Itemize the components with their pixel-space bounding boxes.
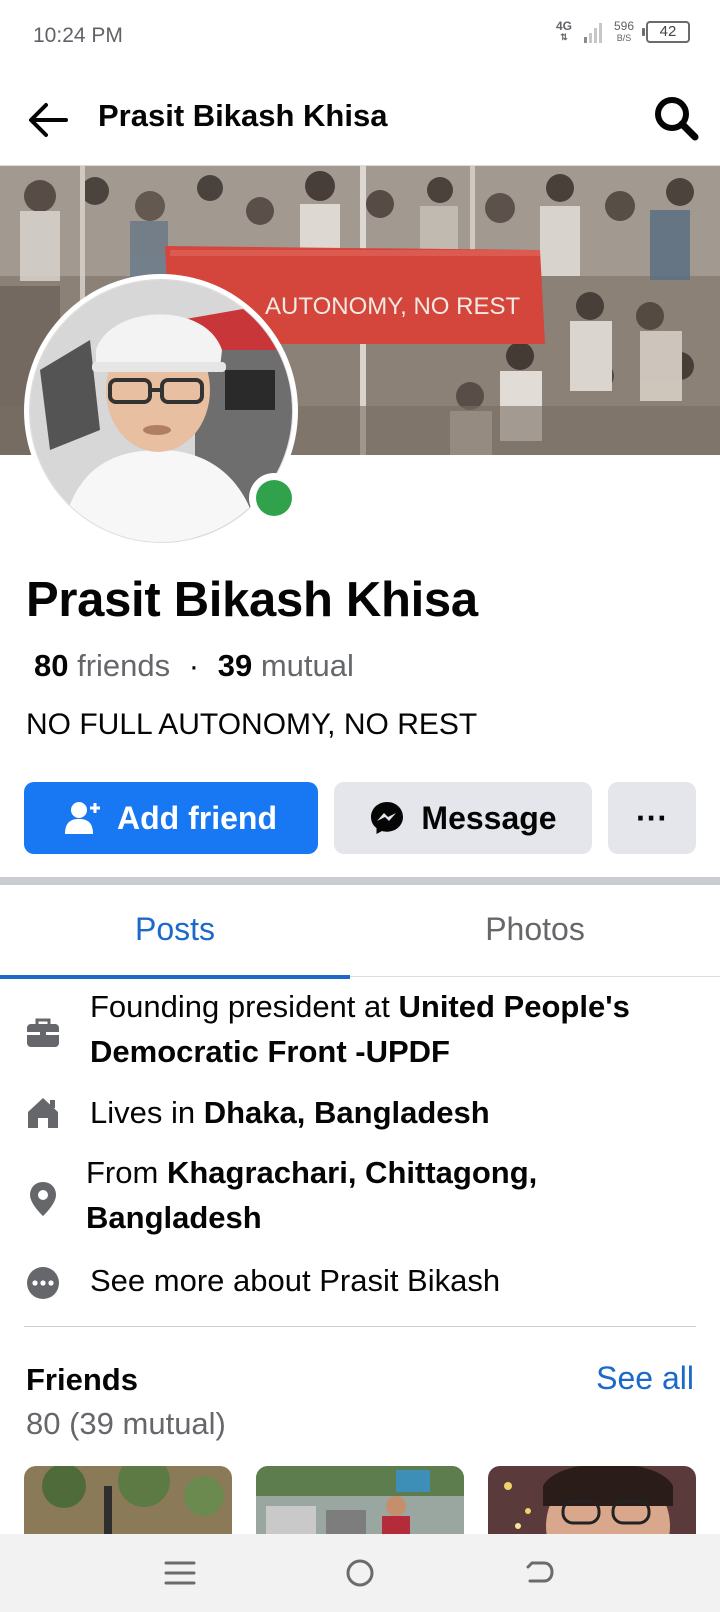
recent-apps-button[interactable]: [158, 1553, 202, 1593]
friend-photo: [24, 1466, 232, 1536]
menu-icon: [164, 1561, 196, 1585]
status-bar: 10:24 PM 4G ⇅ 596 B/S 42: [0, 0, 720, 72]
lives-in-link[interactable]: Dhaka, Bangladesh: [204, 1095, 490, 1130]
location-pin-icon: [30, 1182, 56, 1216]
friends-section-count: 80 (39 mutual): [26, 1406, 226, 1441]
data-arrows-icon: ⇅: [560, 32, 568, 42]
friend-thumbnail[interactable]: [488, 1466, 696, 1536]
friend-photo: [256, 1466, 464, 1536]
profile-tabs: Posts Photos: [0, 885, 720, 979]
status-time: 10:24 PM: [33, 24, 123, 47]
banner-text: AUTONOMY, NO REST: [265, 293, 520, 320]
status-indicators: 4G ⇅ 596 B/S 42: [556, 20, 690, 44]
search-icon: [655, 97, 699, 141]
message-label: Message: [421, 799, 557, 836]
more-icon: ···: [636, 799, 668, 836]
briefcase-icon: [27, 1018, 59, 1047]
back-nav-icon: [526, 1561, 554, 1583]
dot-separator: ·: [188, 648, 200, 683]
friends-count: 80: [34, 648, 69, 683]
profile-bio: NO FULL AUTONOMY, NO REST: [26, 708, 478, 741]
network-type: 4G ⇅: [555, 19, 572, 42]
lives-in-info: Lives in Dhaka, Bangladesh: [0, 1090, 720, 1136]
section-divider: [0, 877, 720, 885]
more-circle-icon: [27, 1267, 59, 1299]
arrow-left-icon: [29, 103, 68, 137]
see-all-friends-link[interactable]: See all: [596, 1360, 694, 1397]
home-icon: [28, 1098, 58, 1128]
back-nav-button[interactable]: [518, 1553, 562, 1593]
hometown-info: From Khagrachari, Chittagong, Bangladesh: [0, 1150, 720, 1246]
divider: [24, 1326, 696, 1327]
work-info: Founding president at United People's De…: [0, 984, 720, 1080]
add-friend-icon: [65, 802, 100, 834]
battery-icon: 42: [642, 21, 690, 43]
friend-thumbnail[interactable]: [24, 1466, 232, 1536]
home-circle-icon: [346, 1559, 374, 1587]
friends-section-title: Friends: [26, 1362, 138, 1397]
active-tab-indicator: [0, 975, 350, 979]
search-button[interactable]: [652, 94, 700, 142]
network-speed: 596 B/S: [613, 19, 634, 43]
online-status-indicator: [249, 473, 299, 523]
messenger-icon: [371, 802, 404, 834]
friend-thumbnail[interactable]: [256, 1466, 464, 1536]
system-navigation-bar: [0, 1534, 720, 1612]
profile-name: Prasit Bikash Khisa: [26, 573, 478, 627]
tab-posts[interactable]: Posts: [0, 885, 350, 979]
signal-icon: [583, 21, 602, 43]
header-title: Prasit Bikash Khisa: [98, 98, 388, 133]
friends-summary[interactable]: 80 friends · 39 mutual: [34, 648, 354, 684]
add-friend-button[interactable]: Add friend: [24, 782, 318, 854]
back-button[interactable]: [26, 98, 70, 142]
home-button[interactable]: [338, 1553, 382, 1593]
mutual-count: 39: [217, 648, 253, 683]
friend-photo: [488, 1466, 696, 1536]
mutual-label: mutual: [260, 648, 354, 683]
message-button[interactable]: Message: [334, 782, 592, 854]
tab-photos[interactable]: Photos: [360, 885, 710, 977]
top-app-bar: Prasit Bikash Khisa: [0, 72, 720, 166]
more-options-button[interactable]: ···: [608, 782, 696, 854]
add-friend-label: Add friend: [117, 799, 277, 836]
see-more-about[interactable]: See more about Prasit Bikash: [0, 1258, 720, 1304]
profile-picture[interactable]: [24, 274, 299, 548]
friends-label: friends: [77, 648, 171, 683]
